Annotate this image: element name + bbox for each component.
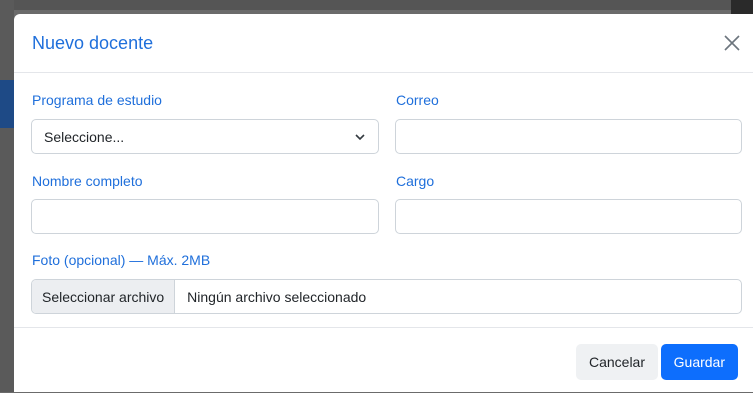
modal-header: Nuevo docente <box>14 14 753 73</box>
correo-label: Correo <box>396 92 439 108</box>
backdrop-left <box>0 0 14 392</box>
cargo-input[interactable] <box>395 199 742 234</box>
close-button[interactable] <box>721 32 743 54</box>
foto-label: Foto (opcional) — Máx. 2MB <box>32 252 211 268</box>
cargo-label: Cargo <box>396 173 435 189</box>
close-icon <box>724 35 740 51</box>
save-button[interactable]: Guardar <box>660 344 738 380</box>
nombre-label: Nombre completo <box>32 173 143 189</box>
modal-body: Programa de estudio Seleccione... Correo… <box>14 73 753 327</box>
file-status-text: Ningún archivo seleccionado <box>187 288 367 305</box>
foto-file-input[interactable]: Seleccionar archivo Ningún archivo selec… <box>31 279 742 314</box>
nombre-input[interactable] <box>31 199 379 234</box>
programa-select[interactable]: Seleccione... <box>31 119 379 154</box>
programa-label: Programa de estudio <box>32 92 162 108</box>
programa-selected-value: Seleccione... <box>44 128 125 145</box>
chevron-down-icon <box>355 134 365 141</box>
backdrop-accent <box>0 80 14 128</box>
cancel-button[interactable]: Cancelar <box>575 344 658 380</box>
correo-input[interactable] <box>395 119 742 154</box>
modal-dialog: Nuevo docente Programa de estudio Selecc… <box>14 14 753 392</box>
modal-footer: Cancelar Guardar <box>14 327 753 393</box>
backdrop-top <box>0 0 753 10</box>
modal-title: Nuevo docente <box>32 33 154 53</box>
choose-file-button[interactable]: Seleccionar archivo <box>32 280 176 313</box>
